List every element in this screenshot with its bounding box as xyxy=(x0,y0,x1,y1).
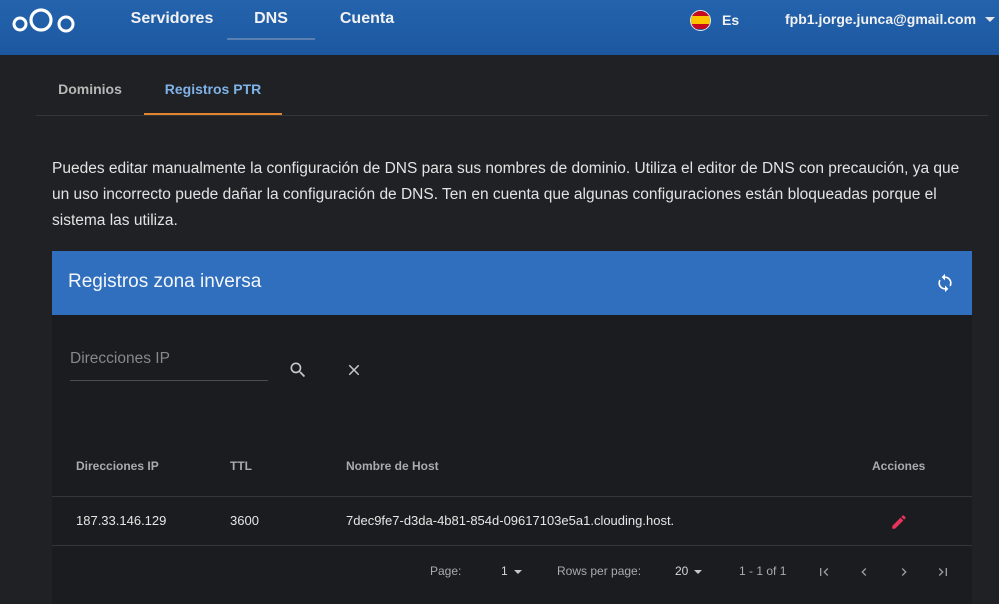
reverse-zone-card: Registros zona inversa Direcciones IP TT… xyxy=(52,251,972,604)
page-select[interactable]: 1 xyxy=(501,546,522,596)
cell-host: 7dec9fe7-d3da-4b81-854d-09617103e5a1.clo… xyxy=(346,513,675,528)
prev-page-icon[interactable] xyxy=(856,564,872,580)
top-bar: Servidores DNS Cuenta Es fpb1.jorge.junc… xyxy=(0,0,999,55)
user-email: fpb1.jorge.junca@gmail.com xyxy=(785,11,977,27)
column-header-host[interactable]: Nombre de Host xyxy=(346,446,439,486)
user-menu[interactable]: fpb1.jorge.junca@gmail.com xyxy=(785,11,996,27)
pagination-range: 1 - 1 of 1 xyxy=(739,564,787,578)
search-icon[interactable] xyxy=(288,360,308,380)
nav-cuenta[interactable]: Cuenta xyxy=(322,0,412,38)
table-header: Direcciones IP TTL Nombre de Host Accion… xyxy=(52,446,972,497)
tab-dominios[interactable]: Dominios xyxy=(36,63,144,115)
tab-registros-ptr[interactable]: Registros PTR xyxy=(144,63,282,115)
chevron-down-icon xyxy=(694,569,703,574)
page-select-value: 1 xyxy=(501,564,508,578)
card-header: Registros zona inversa xyxy=(52,251,972,315)
card-title: Registros zona inversa xyxy=(68,271,262,292)
page-label: Page: xyxy=(430,564,462,578)
column-header-ip[interactable]: Direcciones IP xyxy=(76,446,159,486)
rows-per-page-value: 20 xyxy=(675,564,689,578)
cell-ttl: 3600 xyxy=(230,513,259,528)
language-selector[interactable]: Es xyxy=(690,9,739,31)
table-pagination: Page: 1 Rows per page: 20 1 - 1 of 1 xyxy=(52,546,972,598)
chevron-down-icon xyxy=(513,569,522,574)
rows-per-page-select[interactable]: 20 xyxy=(675,546,703,596)
spain-flag-icon xyxy=(690,9,711,31)
nextcloud-logo-icon[interactable] xyxy=(12,5,78,35)
table-row: 187.33.146.129 3600 7dec9fe7-d3da-4b81-8… xyxy=(52,497,972,546)
rows-per-page-label: Rows per page: xyxy=(557,564,642,578)
nav-servidores[interactable]: Servidores xyxy=(120,0,224,38)
last-page-icon[interactable] xyxy=(935,564,951,580)
refresh-icon[interactable] xyxy=(935,273,955,293)
nav-dns[interactable]: DNS xyxy=(227,0,315,40)
column-header-actions: Acciones xyxy=(872,459,926,473)
next-page-icon[interactable] xyxy=(896,564,912,580)
column-header-ttl[interactable]: TTL xyxy=(230,446,252,486)
intro-text: Puedes editar manualmente la configuraci… xyxy=(52,160,960,229)
ip-search-field xyxy=(70,339,268,381)
tab-bar: Dominios Registros PTR xyxy=(36,63,988,116)
first-page-icon[interactable] xyxy=(816,564,832,580)
chevron-down-icon xyxy=(985,16,996,22)
cell-ip: 187.33.146.129 xyxy=(76,513,167,528)
ip-search-input[interactable] xyxy=(70,339,268,379)
edit-icon[interactable] xyxy=(890,513,908,531)
clear-icon[interactable] xyxy=(345,361,363,379)
language-label: Es xyxy=(722,12,740,28)
